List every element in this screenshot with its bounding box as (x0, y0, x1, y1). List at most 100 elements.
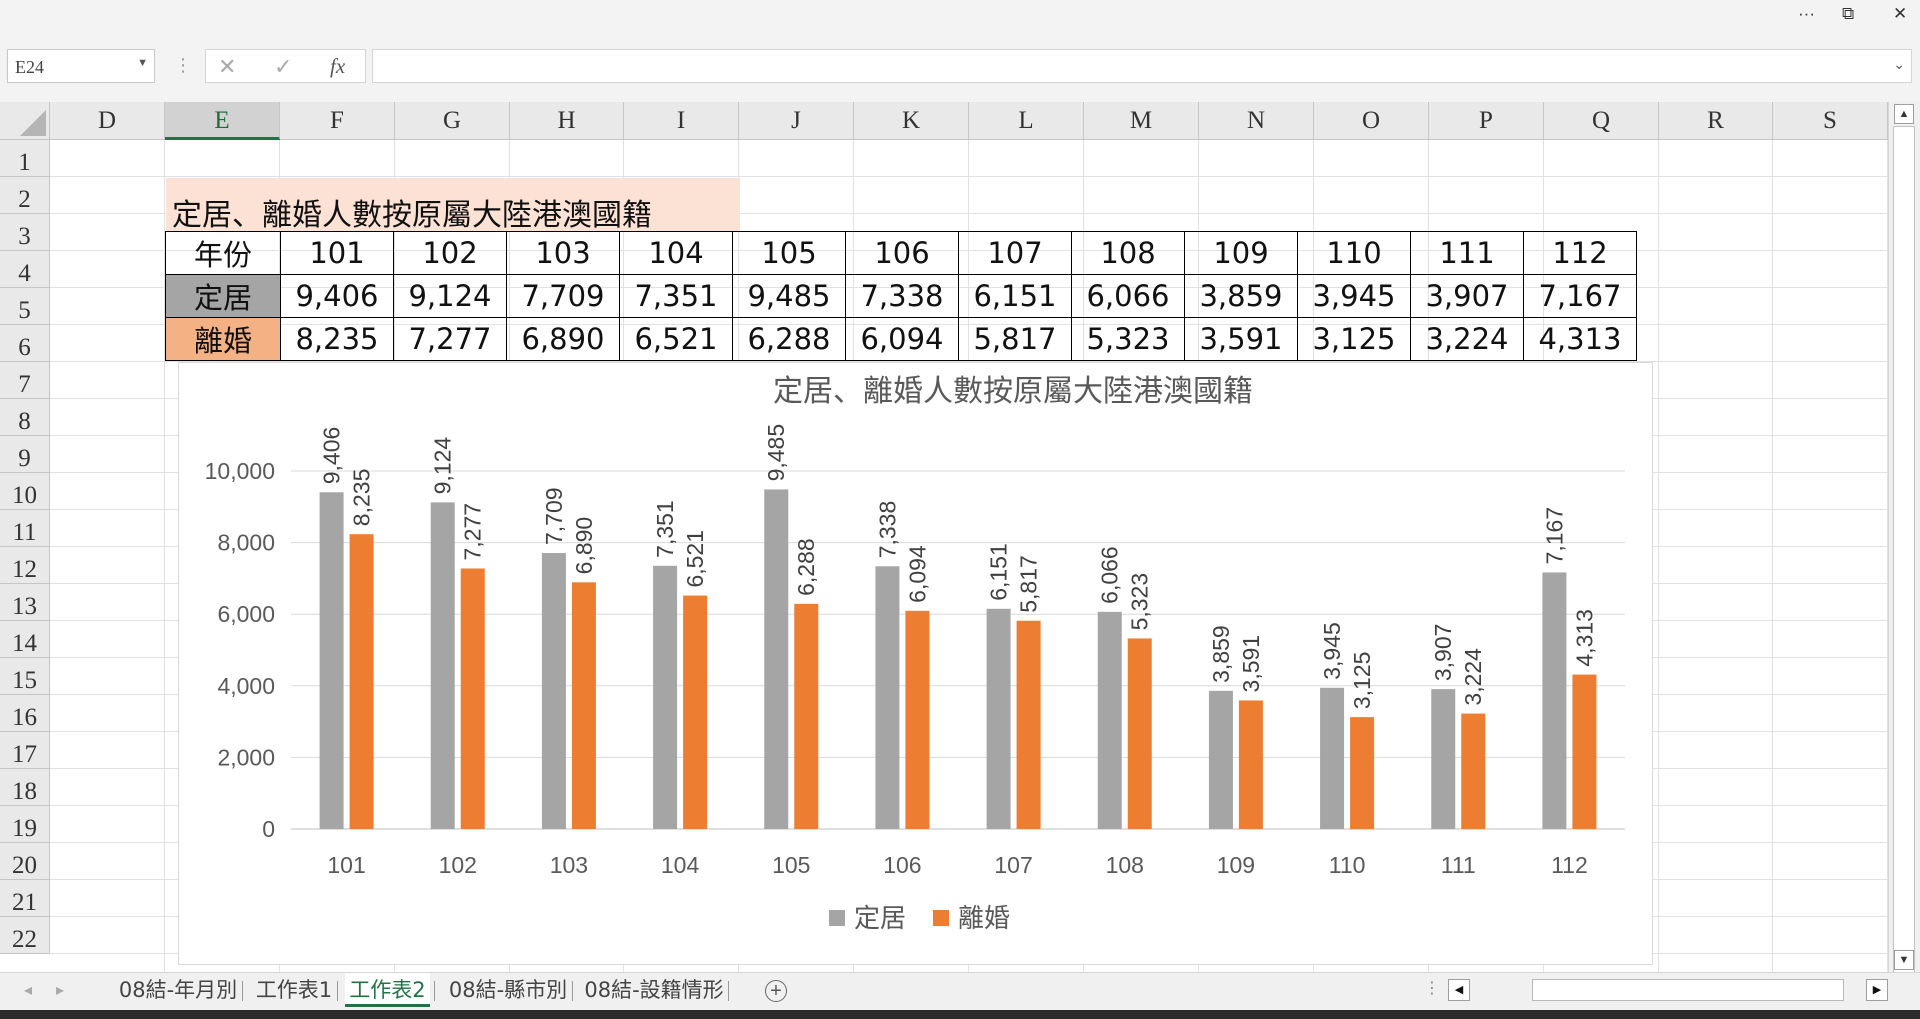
select-all-corner[interactable] (0, 102, 50, 140)
divorce-value-cell[interactable]: 3,224 (1410, 317, 1524, 361)
sheet-tab[interactable]: 08結-縣市別 (448, 973, 568, 1007)
row-header-5[interactable]: 5 (0, 288, 50, 325)
column-header-h[interactable]: H (510, 102, 624, 140)
row-header-18[interactable]: 18 (0, 769, 50, 806)
row-header-12[interactable]: 12 (0, 547, 50, 584)
row-header-11[interactable]: 11 (0, 510, 50, 547)
divorce-value-cell[interactable]: 3,591 (1184, 317, 1298, 361)
close-icon[interactable]: ✕ (1893, 4, 1907, 24)
row-header-21[interactable]: 21 (0, 880, 50, 917)
year-cell[interactable]: 108 (1071, 231, 1185, 275)
horizontal-scroll-thumb[interactable] (1532, 979, 1844, 1001)
row-header-10[interactable]: 10 (0, 473, 50, 510)
row-header-15[interactable]: 15 (0, 658, 50, 695)
enter-check-icon[interactable]: ✓ (274, 54, 292, 80)
row-header-13[interactable]: 13 (0, 584, 50, 621)
scroll-left-icon[interactable]: ◀ (1448, 979, 1470, 1001)
cancel-icon[interactable]: ✕ (218, 54, 236, 80)
settle-value-cell[interactable]: 6,066 (1071, 274, 1185, 318)
title-cell[interactable]: 定居、離婚人數按原屬大陸港澳國籍 (166, 178, 740, 233)
column-header-q[interactable]: Q (1544, 102, 1659, 140)
divorce-value-cell[interactable]: 4,313 (1523, 317, 1637, 361)
divorce-value-cell[interactable]: 5,323 (1071, 317, 1185, 361)
divorce-value-cell[interactable]: 8,235 (280, 317, 394, 361)
row-header-6[interactable]: 6 (0, 325, 50, 362)
restore-ribbon-icon[interactable]: ⧉ (1842, 4, 1854, 24)
divorce-label-cell[interactable]: 離婚 (165, 317, 281, 361)
row-header-2[interactable]: 2 (0, 177, 50, 214)
settle-label-cell[interactable]: 定居 (165, 274, 281, 318)
formula-input[interactable]: ⌄ (372, 49, 1912, 83)
year-cell[interactable]: 102 (393, 231, 507, 275)
settle-value-cell[interactable]: 7,351 (619, 274, 733, 318)
settle-value-cell[interactable]: 3,945 (1297, 274, 1411, 318)
row-header-4[interactable]: 4 (0, 251, 50, 288)
add-sheet-button[interactable]: + (765, 980, 787, 1002)
divorce-value-cell[interactable]: 5,817 (958, 317, 1072, 361)
year-cell[interactable]: 111 (1410, 231, 1524, 275)
year-cell[interactable]: 107 (958, 231, 1072, 275)
row-header-17[interactable]: 17 (0, 732, 50, 769)
row-header-1[interactable]: 1 (0, 140, 50, 177)
header-label-cell[interactable]: 年份 (165, 231, 281, 275)
row-header-16[interactable]: 16 (0, 695, 50, 732)
vertical-scroll-thumb[interactable] (1893, 126, 1915, 984)
sheet-tab[interactable]: 工作表1 (255, 973, 333, 1007)
year-cell[interactable]: 112 (1523, 231, 1637, 275)
next-sheet-icon[interactable]: ▸ (56, 980, 64, 1000)
column-header-g[interactable]: G (395, 102, 510, 140)
year-cell[interactable]: 110 (1297, 231, 1411, 275)
year-cell[interactable]: 109 (1184, 231, 1298, 275)
scroll-up-icon[interactable]: ▲ (1894, 104, 1914, 124)
divorce-value-cell[interactable]: 6,288 (732, 317, 846, 361)
column-header-d[interactable]: D (50, 102, 165, 140)
row-header-14[interactable]: 14 (0, 621, 50, 658)
year-cell[interactable]: 101 (280, 231, 394, 275)
column-header-k[interactable]: K (854, 102, 969, 140)
settle-value-cell[interactable]: 9,485 (732, 274, 846, 318)
row-header-19[interactable]: 19 (0, 806, 50, 843)
year-cell[interactable]: 106 (845, 231, 959, 275)
bar-chart[interactable]: 定居、離婚人數按原屬大陸港澳國籍 0 2,000 4,000 6,000 8,000 10,… (178, 362, 1653, 965)
divorce-value-cell[interactable]: 3,125 (1297, 317, 1411, 361)
sheet-tab[interactable]: 工作表2 (345, 973, 430, 1007)
row-header-8[interactable]: 8 (0, 399, 50, 436)
row-header-7[interactable]: 7 (0, 362, 50, 399)
year-cell[interactable]: 104 (619, 231, 733, 275)
column-header-m[interactable]: M (1084, 102, 1199, 140)
sheet-tab[interactable]: 08結-設籍情形 (584, 973, 724, 1007)
divorce-value-cell[interactable]: 6,521 (619, 317, 733, 361)
column-header-o[interactable]: O (1314, 102, 1429, 140)
split-grip-icon[interactable]: ⋮ (1424, 978, 1440, 998)
scroll-down-icon[interactable]: ▼ (1894, 950, 1914, 970)
divorce-value-cell[interactable]: 6,890 (506, 317, 620, 361)
settle-value-cell[interactable]: 7,167 (1523, 274, 1637, 318)
chevron-down-icon[interactable]: ▼ (137, 57, 148, 69)
divorce-value-cell[interactable]: 7,277 (393, 317, 507, 361)
name-box[interactable]: E24 ▼ (7, 49, 155, 83)
settle-value-cell[interactable]: 6,151 (958, 274, 1072, 318)
insert-function-button[interactable]: fx (330, 54, 345, 79)
row-header-22[interactable]: 22 (0, 917, 50, 954)
prev-sheet-icon[interactable]: ◂ (24, 980, 32, 1000)
settle-value-cell[interactable]: 3,859 (1184, 274, 1298, 318)
vertical-scrollbar[interactable]: ▲ ▼ (1888, 102, 1920, 984)
more-options-icon[interactable]: ··· (1798, 4, 1815, 24)
column-header-i[interactable]: I (624, 102, 739, 140)
column-header-j[interactable]: J (739, 102, 854, 140)
row-header-9[interactable]: 9 (0, 436, 50, 473)
row-header-20[interactable]: 20 (0, 843, 50, 880)
scroll-right-icon[interactable]: ▶ (1866, 979, 1888, 1001)
expand-formula-chevron-icon[interactable]: ⌄ (1893, 56, 1905, 73)
settle-value-cell[interactable]: 7,338 (845, 274, 959, 318)
divorce-value-cell[interactable]: 6,094 (845, 317, 959, 361)
settle-value-cell[interactable]: 9,406 (280, 274, 394, 318)
settle-value-cell[interactable]: 7,709 (506, 274, 620, 318)
row-header-3[interactable]: 3 (0, 214, 50, 251)
horizontal-scrollbar[interactable]: ◀ ▶ (1448, 978, 1888, 1002)
column-header-s[interactable]: S (1773, 102, 1888, 140)
column-header-e[interactable]: E (165, 102, 280, 140)
sheet-tab[interactable]: 08結-年月別 (118, 973, 238, 1007)
settle-value-cell[interactable]: 3,907 (1410, 274, 1524, 318)
column-header-n[interactable]: N (1199, 102, 1314, 140)
